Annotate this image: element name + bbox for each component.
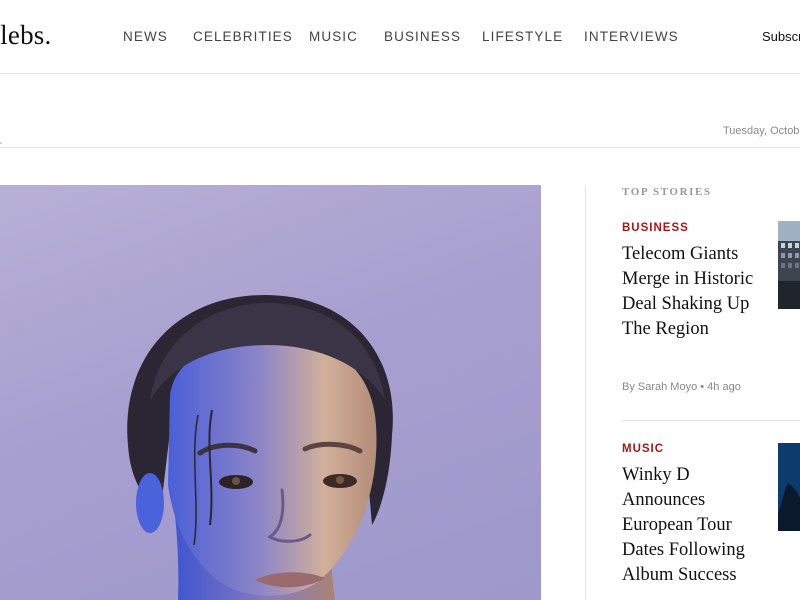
story-title[interactable]: Telecom Giants Merge in Historic Deal Sh…	[622, 242, 762, 342]
top-story-card[interactable]: BUSINESS Telecom Giants Merge in Histori…	[622, 222, 800, 342]
story-category[interactable]: BUSINESS	[622, 222, 800, 234]
story-thumbnail[interactable]	[778, 443, 800, 531]
hero-image[interactable]	[0, 185, 541, 600]
nav-item-music[interactable]: MUSIC	[309, 29, 358, 44]
story-category[interactable]: MUSIC	[622, 443, 800, 455]
top-story-card[interactable]: MUSIC Winky D Announces European Tour Da…	[622, 443, 800, 588]
story-thumbnail[interactable]	[778, 221, 800, 309]
nav-item-business[interactable]: BUSINESS	[384, 29, 461, 44]
nav-item-interviews[interactable]: INTERVIEWS	[584, 29, 679, 44]
story-byline: By Sarah Moyo • 4h ago	[622, 381, 741, 393]
nav-item-celebrities[interactable]: CELEBRITIES	[193, 29, 293, 44]
date-bar: – Tuesday, Octobe	[0, 74, 800, 149]
site-header: elebs. NEWS CELEBRITIES MUSIC BUSINESS L…	[0, 0, 800, 74]
top-stories-heading: TOP STORIES	[622, 186, 712, 198]
hero-portrait-illustration	[127, 295, 393, 600]
site-logo[interactable]: elebs.	[0, 20, 51, 51]
current-date: Tuesday, Octobe	[723, 125, 800, 137]
column-divider	[585, 185, 586, 600]
story-title[interactable]: Winky D Announces European Tour Dates Fo…	[622, 463, 762, 588]
artist-photo-image	[778, 443, 800, 531]
city-building-image	[778, 221, 800, 309]
story-separator	[622, 420, 800, 421]
nav-item-news[interactable]: NEWS	[123, 29, 168, 44]
subscribe-button[interactable]: Subscri	[762, 29, 800, 44]
nav-item-lifestyle[interactable]: LIFESTYLE	[482, 29, 563, 44]
breadcrumb-stub: –	[0, 137, 2, 149]
